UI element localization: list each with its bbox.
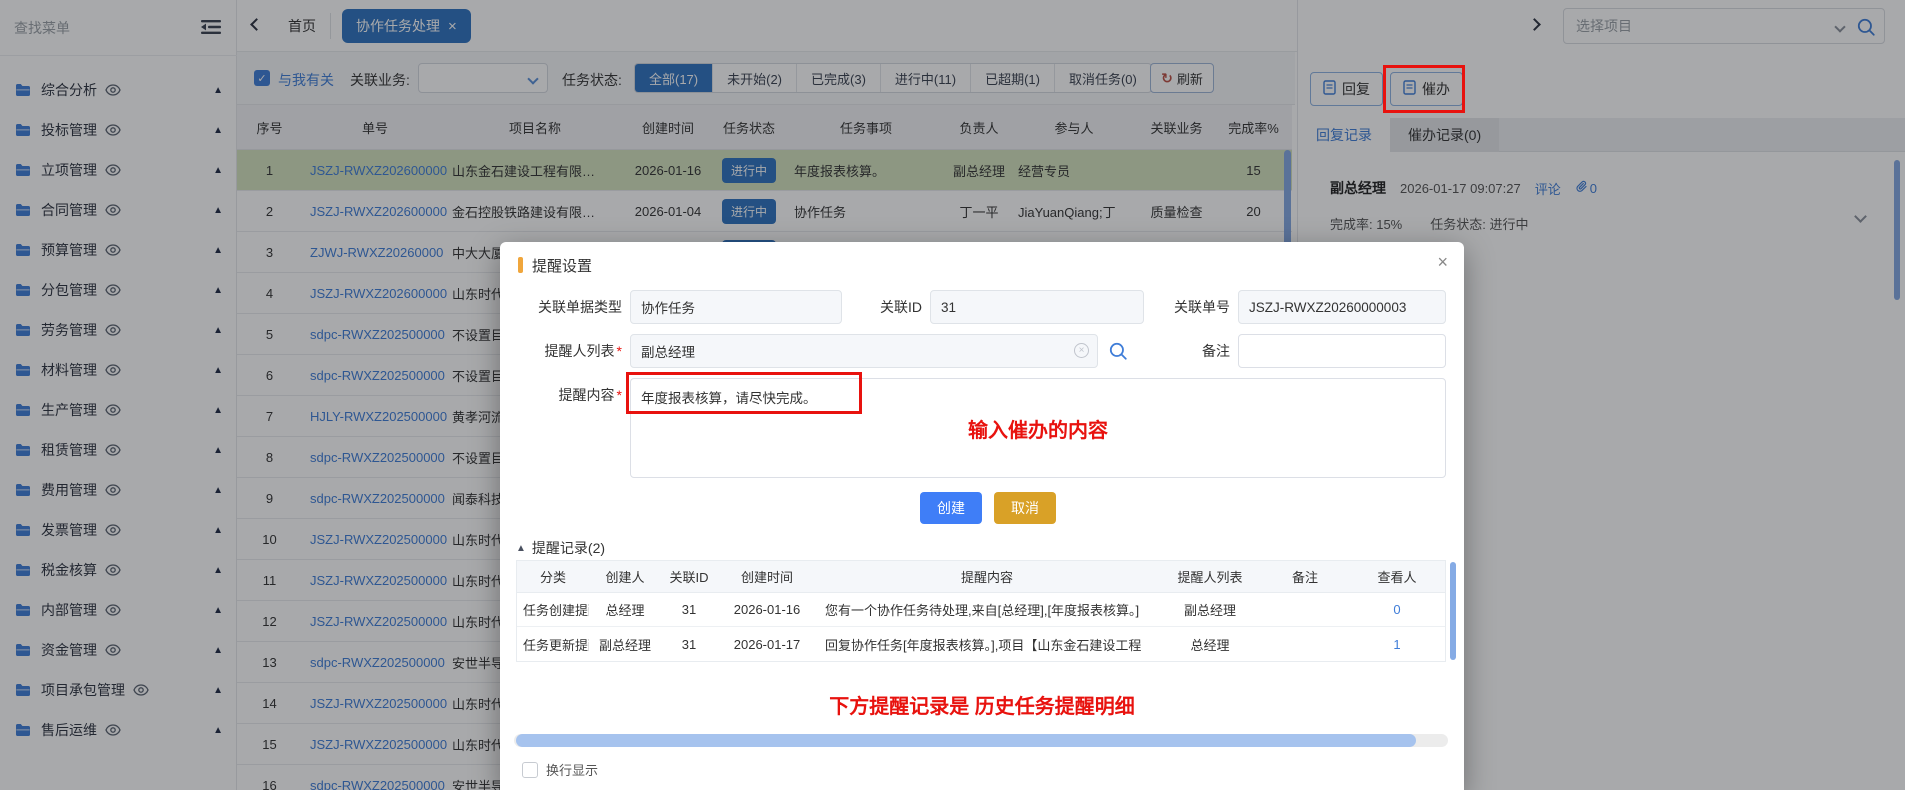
notify-list-input[interactable]: [630, 334, 1098, 368]
modal-title: 提醒设置: [532, 255, 592, 276]
record-cell-type: 任务创建提醒: [517, 600, 589, 619]
rel-no-input[interactable]: [1238, 290, 1446, 324]
app-window: 综合分析▲投标管理▲立项管理▲合同管理▲预算管理▲分包管理▲劳务管理▲材料管理▲…: [0, 0, 1905, 790]
record-cell-content: 您有一个协作任务待处理,来自[总经理],[年度报表核算。]: [817, 600, 1157, 619]
remark-label: 备注: [1152, 334, 1230, 368]
records-section-title: 提醒记录(2): [532, 538, 605, 558]
record-cell-rel_id: 31: [661, 637, 717, 652]
notify-list-label: 提醒人列表*: [500, 334, 622, 368]
records-column-header: 创建时间: [717, 567, 817, 586]
horizontal-scrollbar-thumb[interactable]: [516, 734, 1416, 747]
records-column-header: 关联ID: [661, 567, 717, 586]
search-icon[interactable]: [1108, 341, 1128, 366]
records-table-header: 分类创建人关联ID创建时间提醒内容提醒人列表备注查看人: [517, 561, 1445, 593]
annotation-content-hint: 输入催办的内容: [838, 414, 1238, 443]
content-label: 提醒内容*: [500, 378, 622, 412]
records-column-header: 查看人: [1347, 567, 1447, 586]
records-column-header: 备注: [1263, 567, 1347, 586]
annotation-records-hint: 下方提醒记录是 历史任务提醒明细: [740, 690, 1224, 719]
horizontal-scrollbar-track: [514, 734, 1448, 747]
record-cell-notify: 总经理: [1157, 635, 1263, 654]
modal-titlebar: 提醒设置 ×: [500, 242, 1464, 286]
record-cell-creator: 总经理: [589, 600, 661, 619]
records-column-header: 提醒人列表: [1157, 567, 1263, 586]
record-cell-creator: 副总经理: [589, 635, 661, 654]
records-table: 分类创建人关联ID创建时间提醒内容提醒人列表备注查看人 任务创建提醒总经理312…: [516, 560, 1446, 662]
doc-type-input[interactable]: [630, 290, 842, 324]
caret-up-icon: ▲: [516, 543, 526, 554]
rel-id-label: 关联ID: [860, 290, 922, 324]
annotation-urge-button-box: [1383, 65, 1465, 113]
record-cell-rel_id: 31: [661, 602, 717, 617]
records-table-body: 任务创建提醒总经理312026-01-16您有一个协作任务待处理,来自[总经理]…: [517, 593, 1445, 661]
records-table-row[interactable]: 任务更新提醒副总经理312026-01-17回复协作任务[年度报表核算。],项目…: [517, 627, 1445, 661]
record-cell-created: 2026-01-16: [717, 602, 817, 617]
record-cell-notify: 副总经理: [1157, 600, 1263, 619]
reminder-settings-modal: 提醒设置 × 关联单据类型 关联ID 关联单号 提醒人列表* × 备注 提醒内容…: [500, 242, 1464, 790]
record-cell-viewers[interactable]: 1: [1347, 637, 1447, 652]
records-vertical-scrollbar[interactable]: [1450, 562, 1456, 660]
doc-type-label: 关联单据类型: [500, 290, 622, 324]
record-cell-type: 任务更新提醒: [517, 635, 589, 654]
wrap-display-checkbox[interactable]: [522, 762, 538, 778]
rel-no-label: 关联单号: [1152, 290, 1230, 324]
records-column-header: 创建人: [589, 567, 661, 586]
record-cell-content: 回复协作任务[年度报表核算。],项目【山东金石建设工程: [817, 635, 1157, 654]
cancel-button[interactable]: 取消: [994, 492, 1056, 524]
close-icon[interactable]: ×: [1437, 252, 1448, 273]
records-table-row[interactable]: 任务创建提醒总经理312026-01-16您有一个协作任务待处理,来自[总经理]…: [517, 593, 1445, 627]
records-column-header: 分类: [517, 567, 589, 586]
records-column-header: 提醒内容: [817, 567, 1157, 586]
wrap-display-row: 换行显示: [522, 760, 598, 779]
record-cell-viewers[interactable]: 0: [1347, 602, 1447, 617]
wrap-display-label: 换行显示: [546, 760, 598, 779]
records-section-toggle[interactable]: ▲ 提醒记录(2): [516, 538, 605, 558]
rel-id-input[interactable]: [930, 290, 1144, 324]
clear-icon[interactable]: ×: [1074, 343, 1089, 358]
record-cell-created: 2026-01-17: [717, 637, 817, 652]
annotation-content-box: [626, 372, 862, 414]
create-button[interactable]: 创建: [920, 492, 982, 524]
remark-input[interactable]: [1238, 334, 1446, 368]
title-accent-bar: [518, 257, 523, 273]
